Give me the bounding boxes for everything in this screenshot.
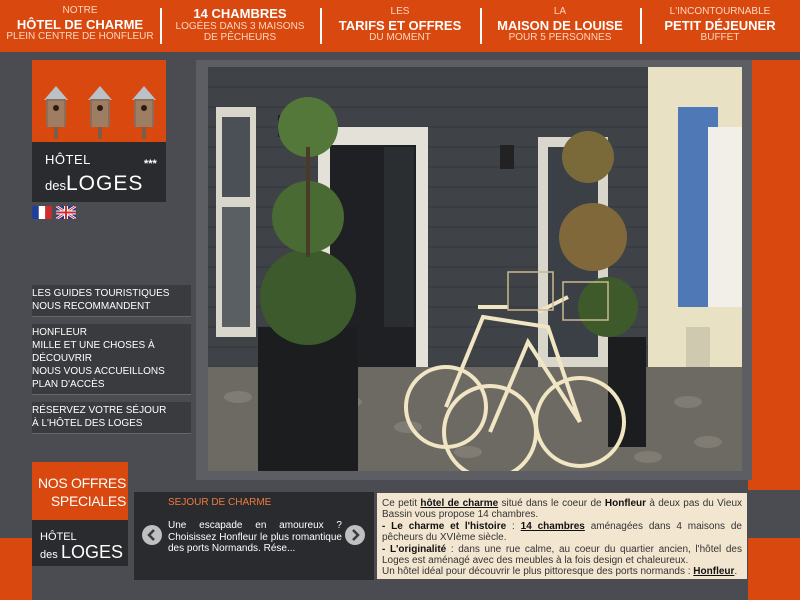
bold-honfleur: Honfleur: [604, 498, 647, 509]
nav-line: Petit Déjeuner: [664, 17, 776, 33]
menu-line: à l'hôtel des Loges: [32, 418, 143, 429]
link-honfleur[interactable]: Honfleur: [693, 566, 734, 577]
nav-hotel-de-charme[interactable]: Notre Hôtel de charme Plein centre de Ho…: [0, 0, 160, 52]
nav-line: Hôtel de charme: [16, 16, 144, 32]
text: .: [734, 566, 738, 578]
nav-line: Notre: [62, 5, 98, 16]
language-selector: [32, 206, 76, 219]
nav-petit-dejeuner[interactable]: L'incontournable Petit Déjeuner Buffet: [640, 0, 800, 52]
menu-line: Les guides touristiques: [32, 288, 170, 299]
menu-line: nous recommandent: [32, 301, 151, 312]
menu-line: Nous vous accueillons: [32, 366, 165, 377]
menu-line: plan d'accès: [32, 379, 105, 390]
uk-flag-icon[interactable]: [56, 206, 76, 219]
offer-text[interactable]: Une escapade en amoureux ? Choisissez Ho…: [168, 520, 342, 555]
nav-line: Buffet: [700, 32, 740, 44]
french-flag-icon[interactable]: [32, 206, 52, 219]
text: situé dans le coeur de: [498, 498, 605, 509]
hotel-facade-illustration: [208, 67, 742, 471]
menu-plan-acces[interactable]: Nous vous accueillons plan d'accès: [32, 363, 191, 395]
description-paragraph: Ce petit hôtel de charme situé dans le c…: [382, 498, 742, 521]
nav-line: L'incontournable: [669, 6, 771, 17]
decorative-orange-panel: [748, 538, 800, 600]
prev-arrow-icon[interactable]: [142, 525, 162, 545]
offers-logo-des: des: [40, 549, 58, 561]
menu-line: mille et une choses à découvrir: [32, 340, 155, 364]
offers-logo-loges: LOGES: [61, 542, 124, 562]
nav-line: logées dans 3 maisons: [175, 20, 305, 32]
nav-line: La: [553, 6, 567, 17]
nav-line: 14 chambres: [193, 6, 287, 21]
birdhouse-icon: [44, 86, 68, 139]
hotel-facade-photo: [208, 67, 742, 471]
logo-hotel-text: HÔTEL: [45, 152, 91, 167]
birdhouse-icon: [88, 86, 112, 139]
description-paragraph: - Le charme et l'histoire : 14 chambres …: [382, 521, 742, 544]
nav-line: Maison de Louise: [497, 17, 623, 33]
link-hotel-de-charme[interactable]: hôtel de charme: [420, 498, 498, 509]
top-navigation: Notre Hôtel de charme Plein centre de Ho…: [0, 0, 800, 52]
nav-14-chambres[interactable]: 14 chambres logées dans 3 maisons de pêc…: [160, 0, 320, 52]
bold-heading: - L'originalité: [382, 543, 447, 555]
nav-line: pour 5 personnes: [508, 32, 612, 44]
nav-maison-de-louise[interactable]: La Maison de Louise pour 5 personnes: [480, 0, 640, 52]
text: :: [506, 520, 521, 532]
bold-heading: - Le charme et l'histoire: [382, 520, 507, 532]
menu-line: Honfleur: [32, 327, 88, 338]
special-offers-title: Nos offres speciales: [38, 475, 127, 509]
offer-title[interactable]: Sejour de charme: [168, 497, 271, 508]
logo-stars: ***: [144, 158, 157, 170]
nav-line: Les: [390, 6, 410, 17]
link-14-chambres[interactable]: 14 chambres: [521, 521, 585, 532]
text: Un hôtel idéal pour découvrir le plus pi…: [382, 566, 694, 578]
nav-line: Plein centre de Honfleur: [6, 31, 154, 43]
description-paragraph: - L'originalité : dans une rue calme, au…: [382, 544, 742, 567]
decorative-orange-panel: [0, 538, 32, 600]
nav-line: tarifs et offres: [338, 17, 462, 33]
nav-tarifs-offres[interactable]: Les tarifs et offres du moment: [320, 0, 480, 52]
next-arrow-icon[interactable]: [345, 525, 365, 545]
description-paragraph: Un hôtel idéal pour découvrir le plus pi…: [382, 566, 742, 577]
text: Ce petit: [382, 498, 421, 509]
nav-line: du moment: [369, 32, 431, 44]
logo-des-text: des: [45, 178, 66, 193]
birdhouse-icon: [132, 86, 156, 139]
decorative-orange-panel: [748, 60, 800, 490]
menu-line: Réservez votre séjour: [32, 405, 167, 416]
menu-reservation[interactable]: Réservez votre séjour à l'hôtel des Loge…: [32, 402, 191, 434]
nav-line: de pêcheurs: [203, 32, 277, 44]
hotel-description: Ce petit hôtel de charme situé dans le c…: [377, 493, 747, 579]
menu-guides-touristiques[interactable]: Les guides touristiques nous recommanden…: [32, 285, 191, 317]
logo-loges-text: LOGES: [66, 172, 144, 195]
